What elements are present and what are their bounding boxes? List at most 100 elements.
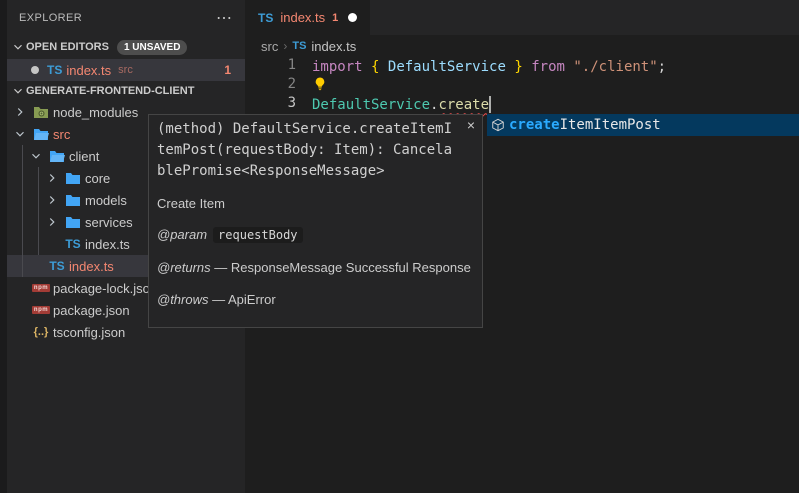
chevron-right-icon[interactable] (43, 167, 61, 189)
code-token: import (312, 59, 363, 75)
doc-tag-name: @throws (157, 292, 209, 307)
chevron-placeholder (43, 233, 61, 255)
project-name-label: GENERATE-FRONTEND-CLIENT (26, 85, 194, 97)
tree-item-label: src (53, 127, 70, 142)
open-editor-item-index-ts[interactable]: TS index.ts src 1 (7, 59, 245, 81)
tree-item-label: node_modules (53, 105, 138, 120)
chevron-right-icon[interactable] (11, 101, 29, 123)
tree-item-label: models (85, 193, 127, 208)
chevron-right-icon[interactable] (43, 211, 61, 233)
breadcrumb-separator: › (283, 39, 287, 53)
doc-tag-name: @param (157, 227, 207, 242)
doc-tag-throws: @throws — ApiError (157, 291, 474, 308)
ts-icon: TS (61, 233, 85, 255)
code-token: ; (658, 59, 666, 75)
code-line-2[interactable]: 2 (245, 76, 799, 95)
braces-icon: {..} (29, 321, 53, 343)
line-content: import { DefaultService } from "./client… (312, 57, 666, 76)
code-token (379, 59, 387, 75)
tab-label: index.ts (280, 10, 325, 25)
more-actions-icon[interactable]: ⋯ (216, 8, 233, 28)
error-count-badge: 1 (224, 63, 245, 77)
code-line-1[interactable]: 1 import { DefaultService } from "./clien… (245, 57, 799, 76)
tab-bar: TS index.ts 1 (245, 0, 799, 35)
typescript-file-icon: TS (258, 11, 273, 25)
line-number: 1 (245, 57, 296, 76)
open-editors-header[interactable]: OPEN EDITORS 1 UNSAVED (7, 35, 245, 59)
signature-line: blePromise<ResponseMessage> (157, 161, 474, 182)
code-token: create (438, 97, 489, 113)
signature-line: (method) DefaultService.createItemI (157, 119, 474, 140)
npm-icon: npm (29, 277, 53, 299)
code-token (523, 59, 531, 75)
unsaved-badge: 1 UNSAVED (117, 40, 188, 55)
chevron-down-icon[interactable] (27, 145, 45, 167)
folder-icon (61, 211, 85, 233)
chevron-placeholder (11, 321, 29, 343)
tree-item-label: index.ts (69, 259, 114, 274)
code-token: "./client" (573, 59, 657, 75)
code-editor[interactable]: 1 import { DefaultService } from "./clien… (245, 57, 799, 114)
close-icon[interactable]: × (467, 118, 475, 132)
lightbulb-icon[interactable] (312, 76, 328, 96)
doc-param-chip: requestBody (213, 227, 302, 243)
tree-item-label: core (85, 171, 110, 186)
indent-guide (38, 167, 39, 255)
chevron-right-icon[interactable] (43, 189, 61, 211)
code-token: DefaultService (312, 97, 430, 113)
method-signature: (method) DefaultService.createItemItemPo… (157, 119, 474, 182)
code-token (565, 59, 573, 75)
code-line-3[interactable]: 3 DefaultService.create (245, 95, 799, 114)
tree-item-label: package-lock.json (53, 281, 157, 296)
chevron-down-icon (10, 83, 26, 99)
line-number: 3 (245, 95, 296, 114)
doc-summary: Create Item (157, 196, 474, 211)
code-token (363, 59, 371, 75)
suggestion-match: create (509, 117, 560, 133)
doc-tag-returns: @returns — ResponseMessage Successful Re… (157, 259, 474, 276)
code-token: { (371, 59, 379, 75)
typescript-file-icon: TS (47, 63, 62, 77)
project-section-header[interactable]: GENERATE-FRONTEND-CLIENT (7, 81, 245, 101)
tree-item-label: index.ts (85, 237, 130, 252)
ts-icon: TS (45, 255, 69, 277)
indent-guide (22, 145, 23, 277)
chevron-down-icon[interactable] (11, 123, 29, 145)
text-cursor (489, 96, 491, 113)
folder-npm-icon (29, 101, 53, 123)
open-editor-file-description: src (118, 64, 224, 76)
folder-icon (61, 167, 85, 189)
modified-dot-icon (31, 66, 39, 74)
chevron-placeholder (11, 277, 29, 299)
npm-icon: npm (29, 299, 53, 321)
doc-tag-name: @returns (157, 260, 211, 275)
method-cube-icon (487, 118, 509, 132)
typescript-file-icon: TS (292, 40, 306, 52)
breadcrumb: src › TS index.ts (245, 35, 799, 57)
folder-icon (61, 189, 85, 211)
folder-open-icon (45, 145, 69, 167)
line-content: DefaultService.create (312, 95, 491, 114)
line-content (312, 76, 328, 95)
sidebar-title-bar: EXPLORER ⋯ (7, 0, 245, 35)
chevron-placeholder (11, 299, 29, 321)
breadcrumb-folder[interactable]: src (261, 39, 278, 54)
suggest-item-createItemItemPost[interactable]: createItemItemPost (487, 114, 799, 136)
code-token: from (531, 59, 565, 75)
tree-item-label: tsconfig.json (53, 325, 125, 340)
tab-index-ts[interactable]: TS index.ts 1 (245, 0, 370, 35)
tree-item-label: package.json (53, 303, 130, 318)
open-editors-label: OPEN EDITORS (26, 41, 109, 53)
breadcrumb-file[interactable]: index.ts (311, 39, 356, 54)
code-token: . (430, 97, 438, 113)
line-number: 2 (245, 76, 296, 95)
code-token: } (514, 59, 522, 75)
suggest-details-popup: × (method) DefaultService.createItemItem… (148, 114, 483, 328)
doc-tag-text: — ResponseMessage Successful Response (211, 260, 471, 275)
unsaved-dot-icon[interactable] (348, 13, 357, 22)
open-editor-file-label: index.ts (66, 63, 111, 78)
signature-line: temPost(requestBody: Item): Cancela (157, 140, 474, 161)
doc-tag-param: @param requestBody (157, 226, 474, 244)
code-token: DefaultService (388, 59, 506, 75)
tab-error-count: 1 (332, 12, 338, 24)
